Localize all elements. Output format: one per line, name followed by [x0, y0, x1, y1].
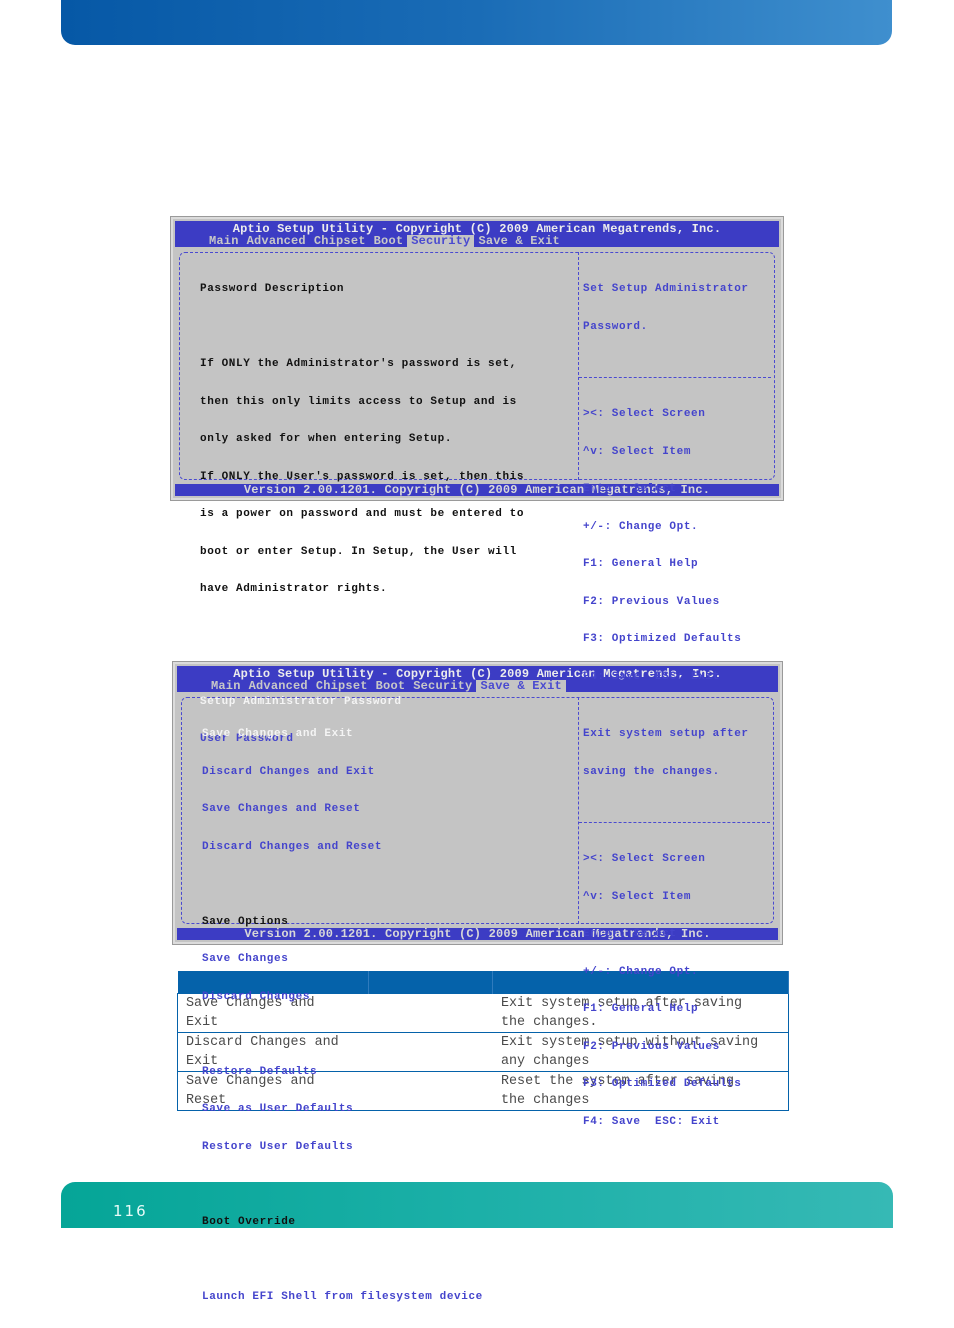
key-help-line: ^v: Select Item [583, 445, 692, 458]
help-text-line: saving the changes. [583, 765, 720, 778]
bios-key-help: ><: Select Screen ^v: Select Item Enter:… [583, 383, 741, 708]
bios-help-column: Exit system setup after saving the chang… [583, 703, 749, 803]
bios-screenshot-save-exit: Aptio Setup Utility - Copyright (C) 2009… [172, 661, 783, 1303]
section-heading-save-options: Save Options [202, 915, 289, 928]
key-help-line: F4: Save ESC: Exit [583, 1115, 720, 1128]
bios-help-divider [579, 377, 771, 378]
help-text-line: Password. [583, 320, 648, 333]
key-help-line: +/-: Change Opt. [583, 965, 699, 978]
section-heading: Password Description [200, 283, 345, 295]
bios-help-column: Set Setup Administrator Password. [583, 258, 749, 358]
description-line: then this only limits access to Setup an… [200, 395, 517, 408]
tab-security[interactable]: Security [407, 235, 475, 247]
tab-boot[interactable]: Boot [370, 235, 408, 247]
description-line: If ONLY the User's password is set, then… [200, 470, 525, 483]
key-help-line: ^v: Select Item [583, 890, 692, 903]
bios-left-column: Password Description If ONLY the Adminis… [200, 258, 524, 771]
tab-advanced[interactable]: Advanced [243, 235, 310, 247]
key-help-line: +/-: Change Opt. [583, 520, 699, 533]
page-number: 116 [113, 1202, 148, 1220]
help-text-line: Set Setup Administrator [583, 283, 749, 295]
menu-item-restore-defaults[interactable]: Restore Defaults [202, 1066, 483, 1079]
key-help-line: F3: Optimized Defaults [583, 1078, 742, 1090]
tab-chipset[interactable]: Chipset [310, 235, 370, 247]
menu-item-save-changes-reset[interactable]: Save Changes and Reset [202, 803, 483, 816]
menu-item-save-changes[interactable]: Save Changes [202, 953, 483, 966]
bios-key-help: ><: Select Screen ^v: Select Item Enter:… [583, 828, 741, 1153]
description-line: is a power on password and must be enter… [200, 508, 525, 520]
menu-item-restore-user-defaults[interactable]: Restore User Defaults [202, 1141, 483, 1154]
bios-column-divider [578, 697, 579, 924]
description-line: only asked for when entering Setup. [200, 433, 453, 445]
key-help-line: F2: Previous Values [583, 1040, 720, 1053]
key-help-line: F4: Save ESC: Exit [583, 670, 720, 683]
section-heading-boot-override: Boot Override [202, 1215, 296, 1228]
description-line: If ONLY the Administrator's password is … [200, 358, 517, 370]
header-band [61, 0, 892, 45]
tab-main[interactable]: Main [205, 235, 243, 247]
help-text-line: Exit system setup after [583, 728, 749, 740]
key-help-line: Enter: Select [583, 483, 677, 495]
key-help-line: F3: Optimized Defaults [583, 633, 742, 645]
key-help-line: ><: Select Screen [583, 408, 706, 420]
key-help-line: F1: General Help [583, 1003, 699, 1015]
menu-item-launch-efi-shell[interactable]: Launch EFI Shell from filesystem device [202, 1291, 483, 1304]
menu-item-discard-changes[interactable]: Discard Changes [202, 991, 483, 1004]
bios-column-divider [578, 252, 579, 480]
menu-item-discard-changes-exit[interactable]: Discard Changes and Exit [202, 766, 483, 779]
description-line: boot or enter Setup. In Setup, the User … [200, 545, 517, 558]
key-help-line: ><: Select Screen [583, 853, 706, 865]
key-help-line: F1: General Help [583, 558, 699, 570]
key-help-line: Enter: Select [583, 928, 677, 940]
key-help-line: F2: Previous Values [583, 595, 720, 608]
tab-save-exit[interactable]: Save & Exit [474, 235, 563, 247]
menu-item-discard-changes-reset[interactable]: Discard Changes and Reset [202, 841, 483, 854]
menu-item-save-changes-exit[interactable]: Save Changes and Exit [202, 728, 483, 741]
bios-title-bar: Aptio Setup Utility - Copyright (C) 2009… [175, 221, 779, 247]
menu-item-save-user-defaults[interactable]: Save as User Defaults [202, 1103, 483, 1116]
description-line: have Administrator rights. [200, 583, 388, 595]
bios-tabs: Main Advanced Chipset Boot Security Save… [205, 235, 564, 247]
bios-screenshot-security: Aptio Setup Utility - Copyright (C) 2009… [170, 216, 784, 745]
bios-help-divider [579, 822, 770, 823]
bios-left-column: Save Changes and Exit Discard Changes an… [202, 703, 483, 1328]
